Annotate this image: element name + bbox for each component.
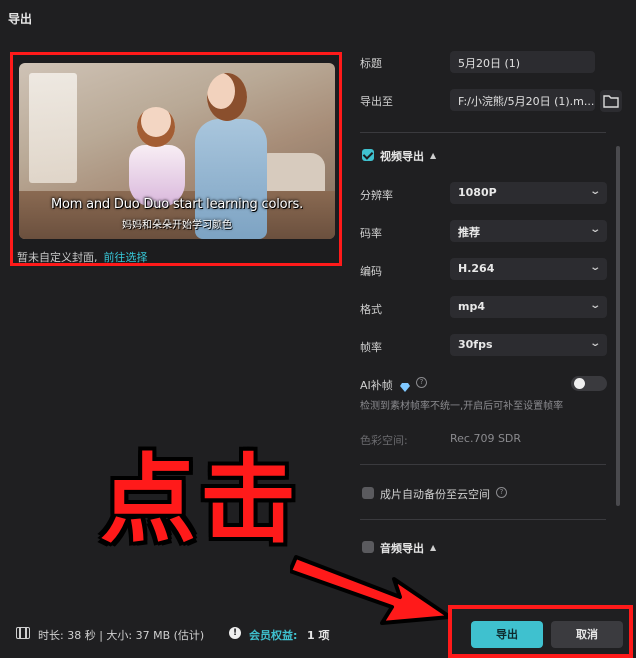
bitrate-label: 码率 bbox=[360, 227, 382, 240]
dialog-titlebar: 导出 bbox=[0, 0, 636, 36]
duration-size-info: 时长: 38 秒 | 大小: 37 MB (估计) bbox=[38, 629, 205, 642]
click-overlay-text: 点击 bbox=[100, 444, 300, 556]
export-path-input[interactable]: F:/小浣熊/5月20日 (1).m... bbox=[450, 89, 595, 111]
color-space-label: 色彩空间: bbox=[360, 434, 408, 447]
codec-select[interactable]: H.264 ⌄ bbox=[450, 258, 607, 280]
info-icon[interactable]: ? bbox=[496, 487, 507, 498]
bitrate-select[interactable]: 推荐 ⌄ bbox=[450, 220, 607, 242]
collapse-video-icon[interactable]: ▲ bbox=[430, 151, 436, 160]
alert-icon: ! bbox=[229, 627, 241, 639]
cloud-backup-label: 成片自动备份至云空间 bbox=[380, 488, 490, 501]
ai-frame-label: AI补帧 bbox=[360, 379, 393, 392]
member-benefits-count[interactable]: 1 项 bbox=[307, 627, 329, 643]
divider bbox=[360, 464, 606, 465]
title-label: 标题 bbox=[360, 57, 382, 70]
export-button[interactable]: 导出 bbox=[471, 621, 543, 648]
chevron-down-icon: ⌄ bbox=[588, 300, 601, 311]
cover-hint: 暂未自定义封面, 前往选择 bbox=[17, 249, 148, 265]
framerate-select[interactable]: 30fps ⌄ bbox=[450, 334, 607, 356]
thumbnail-girl-head bbox=[137, 107, 175, 147]
cancel-button[interactable]: 取消 bbox=[551, 621, 623, 648]
ai-frame-toggle[interactable] bbox=[571, 376, 607, 391]
form-scrollbar[interactable] bbox=[616, 146, 620, 506]
film-icon bbox=[16, 627, 30, 639]
cover-text: 暂未自定义封面, bbox=[17, 251, 98, 264]
chevron-down-icon: ⌄ bbox=[588, 262, 601, 273]
title-input[interactable]: 5月20日 (1) bbox=[450, 51, 595, 73]
diamond-icon bbox=[400, 377, 410, 392]
video-thumbnail[interactable]: Mom and Duo Duo start learning colors. 妈… bbox=[19, 63, 335, 239]
color-space-value: Rec.709 SDR bbox=[450, 432, 522, 445]
divider bbox=[360, 519, 606, 520]
video-export-checkbox[interactable] bbox=[362, 149, 374, 161]
info-icon[interactable]: ? bbox=[416, 377, 427, 388]
thumbnail-window bbox=[29, 73, 77, 183]
divider bbox=[360, 132, 606, 133]
chevron-down-icon: ⌄ bbox=[588, 338, 601, 349]
codec-value: H.264 bbox=[458, 262, 495, 275]
video-export-title: 视频导出 bbox=[380, 150, 424, 163]
codec-label: 编码 bbox=[360, 265, 382, 278]
folder-icon bbox=[603, 95, 619, 108]
resolution-value: 1080P bbox=[458, 186, 497, 199]
resolution-label: 分辨率 bbox=[360, 189, 393, 202]
framerate-label: 帧率 bbox=[360, 341, 382, 354]
member-benefits-label[interactable]: 会员权益: bbox=[249, 627, 297, 643]
format-value: mp4 bbox=[458, 300, 485, 313]
choose-cover-link[interactable]: 前往选择 bbox=[104, 251, 148, 264]
thumbnail-mom-head bbox=[207, 73, 247, 121]
ai-frame-hint: 检测到素材帧率不统一,开启后可补至设置帧率 bbox=[360, 401, 564, 412]
framerate-value: 30fps bbox=[458, 338, 493, 351]
chevron-down-icon: ⌄ bbox=[588, 186, 601, 197]
export-to-label: 导出至 bbox=[360, 95, 393, 108]
browse-folder-button[interactable] bbox=[600, 90, 622, 112]
dialog-title: 导出 bbox=[8, 12, 33, 26]
preview-panel: Mom and Duo Duo start learning colors. 妈… bbox=[10, 52, 342, 266]
subtitle-english: Mom and Duo Duo start learning colors. bbox=[50, 197, 304, 212]
bitrate-value: 推荐 bbox=[458, 226, 480, 239]
format-label: 格式 bbox=[360, 303, 382, 316]
cloud-backup-checkbox[interactable] bbox=[362, 487, 374, 499]
format-select[interactable]: mp4 ⌄ bbox=[450, 296, 607, 318]
chevron-down-icon: ⌄ bbox=[588, 224, 601, 235]
resolution-select[interactable]: 1080P ⌄ bbox=[450, 182, 607, 204]
subtitle-chinese: 妈妈和朵朵开始学习颜色 bbox=[122, 220, 232, 231]
red-arrow-icon bbox=[290, 555, 452, 625]
